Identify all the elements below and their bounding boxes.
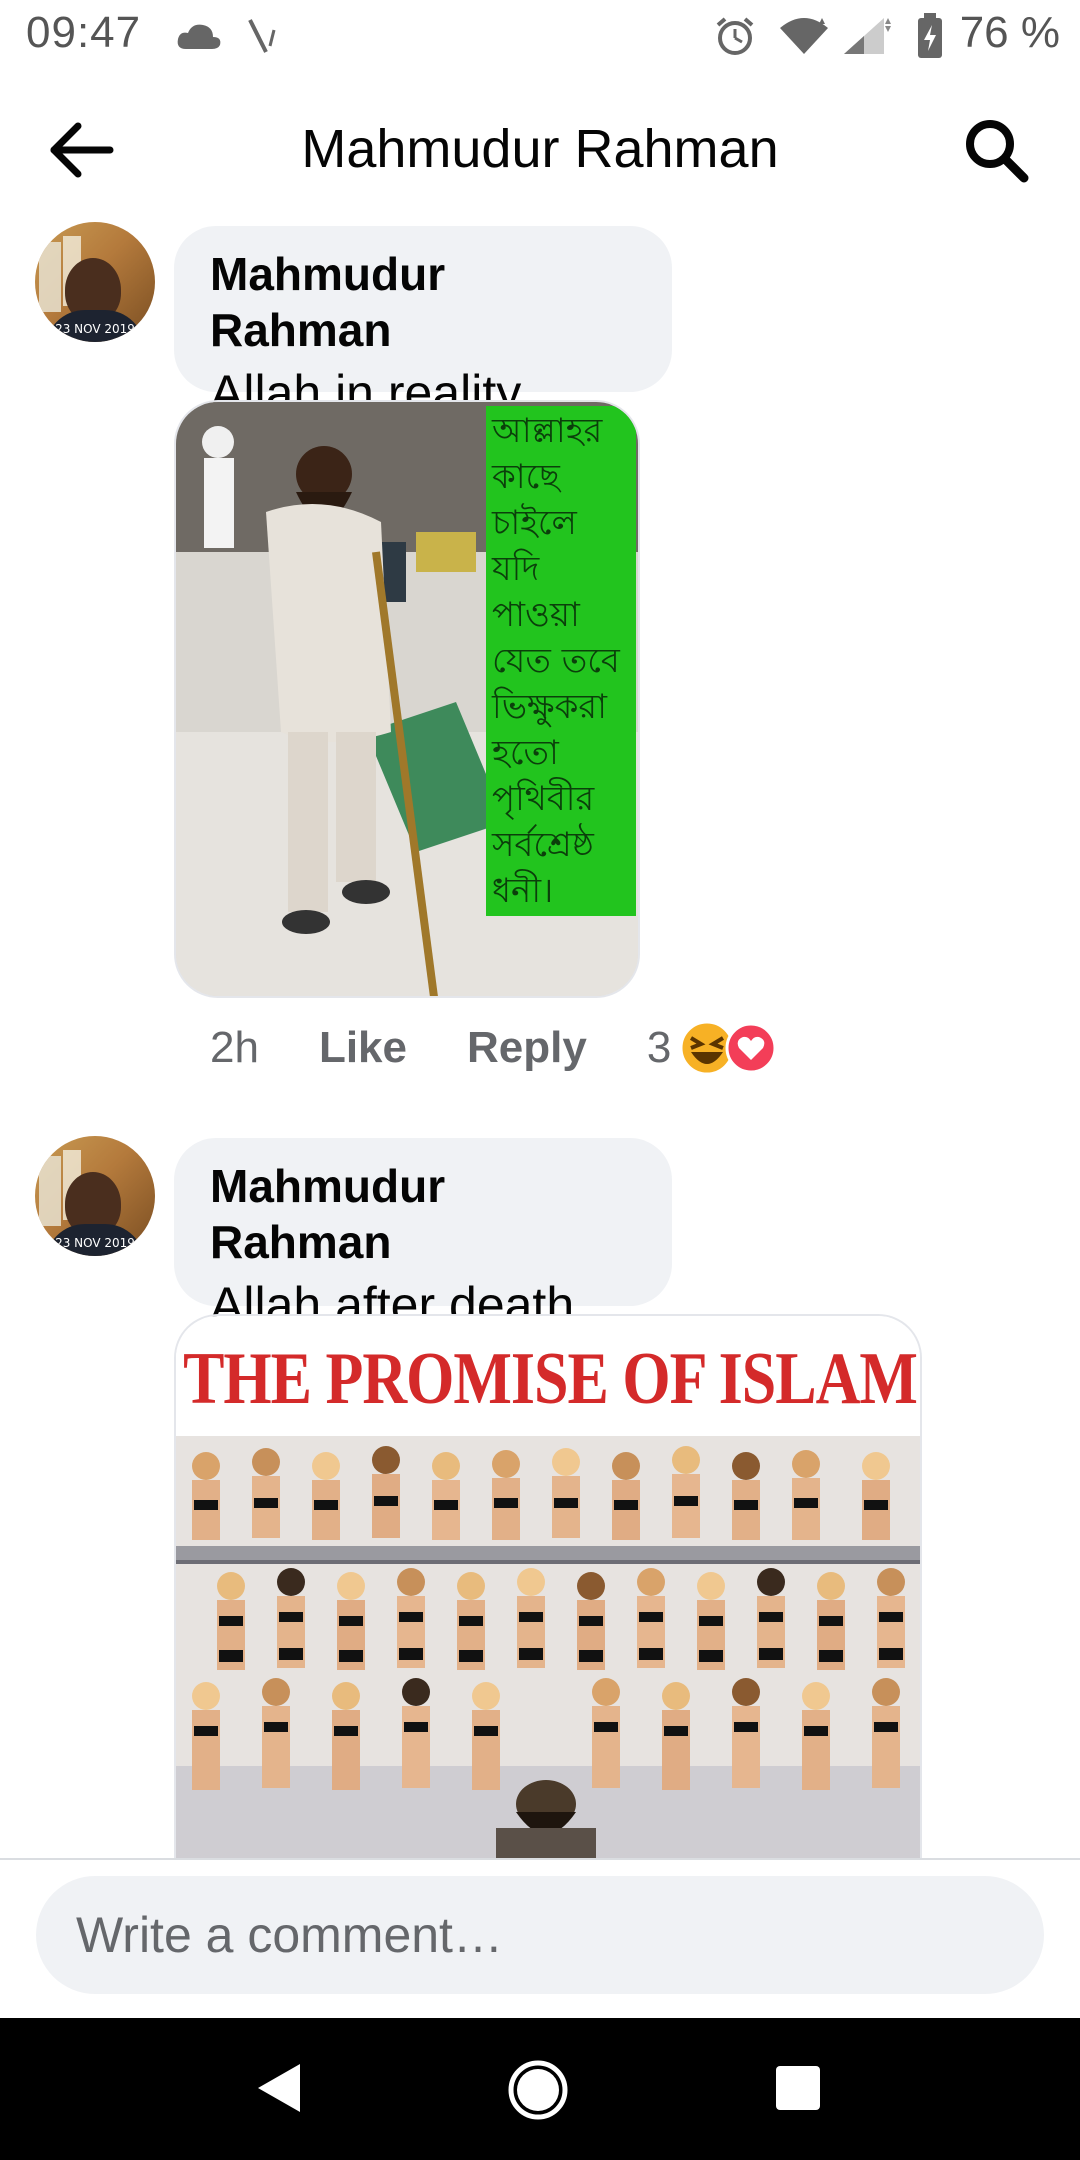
reaction-summary[interactable]: 3 xyxy=(647,1020,777,1076)
overlay-line: কাছে xyxy=(492,457,560,497)
avatar-caption: 23 NOV 2019 xyxy=(55,322,135,336)
page-title: Mahmudur Rahman xyxy=(301,119,779,179)
reply-button[interactable]: Reply xyxy=(467,1023,587,1073)
home-circle-icon[interactable] xyxy=(506,2058,570,2122)
search-icon xyxy=(966,120,1029,183)
comment-image[interactable]: THE PROMISE OF ISLAM xyxy=(174,1314,922,1874)
avatar-background xyxy=(39,242,61,312)
overlay-line: সর্বশ্রেষ্ঠ xyxy=(492,825,594,865)
comment-author[interactable]: Mahmudur Rahman xyxy=(210,246,636,358)
battery-percent: 76 % xyxy=(959,8,1060,57)
overlay-line: হতো xyxy=(492,733,559,773)
group-photo xyxy=(176,1436,920,1874)
back-triangle-icon[interactable] xyxy=(252,2060,304,2116)
avatar[interactable]: 23 NOV 2019 xyxy=(35,1136,155,1256)
overlay-line: ধনী। xyxy=(492,871,554,911)
overlay-line: ভিক্ষুকরা xyxy=(492,687,607,727)
overlay-line: আল্লাহর xyxy=(492,411,603,451)
like-button[interactable]: Like xyxy=(319,1023,407,1073)
navigation-bar xyxy=(0,2018,1080,2160)
status-bar: 09:47 76 % xyxy=(0,0,1080,72)
overlay-line: যদি xyxy=(492,549,540,589)
comment-image[interactable]: আল্লাহর কাছে চাইলে যদি পাওয়া যেত তবে ভি… xyxy=(174,400,640,998)
avatar-background xyxy=(39,1156,61,1226)
overlay-line: যেত তবে xyxy=(492,641,620,681)
battery-icon xyxy=(916,12,944,60)
image-overlay-text: আল্লাহর কাছে চাইলে যদি পাওয়া যেত তবে ভি… xyxy=(486,406,636,916)
love-icon xyxy=(725,1022,777,1074)
cloud-icon xyxy=(176,12,222,60)
wifi-icon xyxy=(778,12,830,60)
overlay-line: চাইলে xyxy=(492,503,577,543)
image-title: THE PROMISE OF ISLAM xyxy=(183,1338,918,1420)
comment-time[interactable]: 2h xyxy=(210,1023,259,1073)
status-time: 09:47 xyxy=(26,8,142,57)
avatar-caption: 23 NOV 2019 xyxy=(55,1236,135,1250)
overlay-line: পৃথিবীর xyxy=(492,779,595,819)
overlay-line: পাওয়া xyxy=(492,595,580,635)
alarm-icon xyxy=(714,12,756,60)
recents-square-icon[interactable] xyxy=(774,2064,822,2112)
comment-actions: 2h Like Reply 3 xyxy=(210,1018,777,1078)
comment-bubble[interactable]: Mahmudur Rahman Allah after death xyxy=(174,1138,672,1333)
search-button[interactable] xyxy=(956,110,1036,190)
signal-slash-icon xyxy=(244,12,280,60)
comment-bubble[interactable]: Mahmudur Rahman Allah in reality xyxy=(174,226,672,421)
comment-input[interactable] xyxy=(36,1876,1044,1994)
reaction-count: 3 xyxy=(646,1023,672,1072)
comment-author[interactable]: Mahmudur Rahman xyxy=(210,1158,636,1270)
cell-signal-icon xyxy=(842,12,894,60)
avatar[interactable]: 23 NOV 2019 xyxy=(35,222,155,342)
